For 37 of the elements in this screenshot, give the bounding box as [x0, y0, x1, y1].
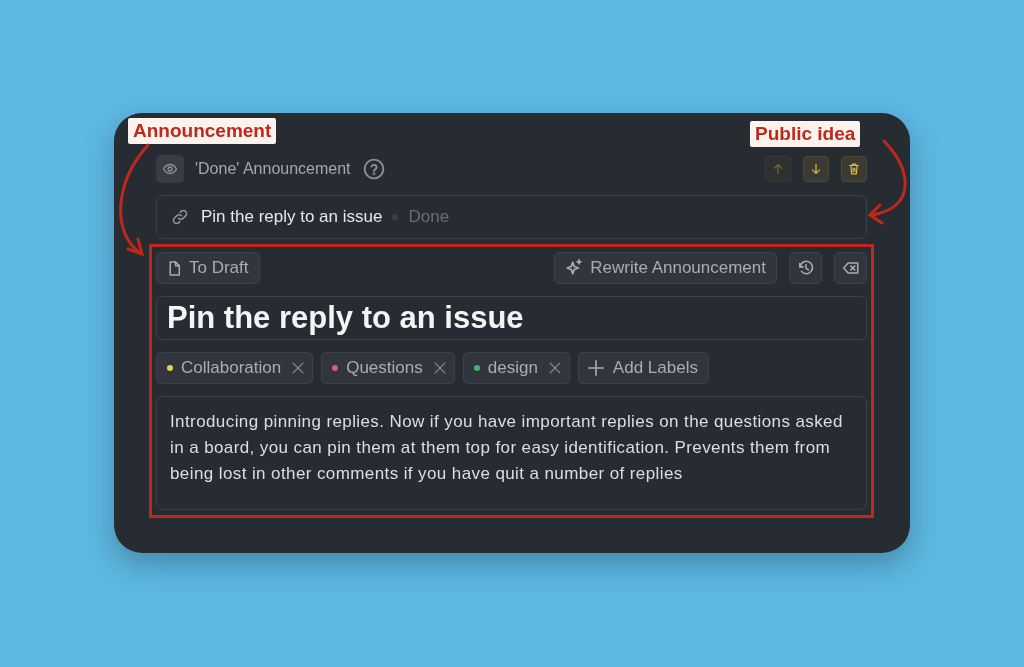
label-name: Questions [346, 358, 423, 378]
label-name: Collaboration [181, 358, 282, 378]
annotation-label: Announcement [128, 118, 277, 144]
help-icon [362, 158, 385, 180]
close-icon [432, 361, 447, 375]
visibility-button[interactable] [156, 155, 184, 183]
remove-label-button[interactable] [547, 361, 562, 375]
section-title: 'Done' Announcement [195, 160, 351, 178]
to-draft-button[interactable]: To Draft [156, 252, 260, 284]
trash-button[interactable] [841, 156, 867, 182]
backspace-icon [841, 259, 860, 277]
trash-icon [847, 162, 861, 176]
arrow-down-icon [809, 162, 823, 176]
label-chip[interactable]: design [462, 352, 570, 384]
remove-label-button[interactable] [291, 361, 306, 375]
history-button[interactable] [789, 252, 822, 284]
label-chip[interactable]: Collaboration [156, 352, 314, 384]
idea-status: Done [408, 207, 450, 227]
clear-button[interactable] [834, 252, 867, 284]
title-field[interactable]: Pin the reply to an issue [156, 296, 867, 340]
rewrite-button[interactable]: Rewrite Announcement [554, 252, 777, 284]
remove-label-button[interactable] [432, 361, 447, 375]
arrow-up-icon [771, 162, 785, 176]
annotation-label: Public idea [750, 121, 861, 147]
close-icon [547, 361, 562, 375]
link-icon [171, 208, 189, 226]
history-icon [796, 259, 815, 277]
arrow-down-button[interactable] [803, 156, 829, 182]
label-name: design [487, 358, 538, 378]
add-labels-button[interactable]: Add Labels [577, 352, 709, 384]
plus-icon [586, 359, 605, 377]
eye-icon [162, 161, 178, 177]
close-icon [291, 361, 306, 375]
label-chip[interactable]: Questions [321, 352, 455, 384]
idea-title: Pin the reply to an issue [201, 207, 383, 227]
linked-idea-field[interactable]: Pin the reply to an issue Done [156, 195, 867, 239]
description-field[interactable]: Introducing pinning replies. Now if you have important replies on the questions asked in a board, you can pin them at them top for easy identification. Prevents them from being lost in other comments if you have quit a number of replies [156, 396, 867, 510]
